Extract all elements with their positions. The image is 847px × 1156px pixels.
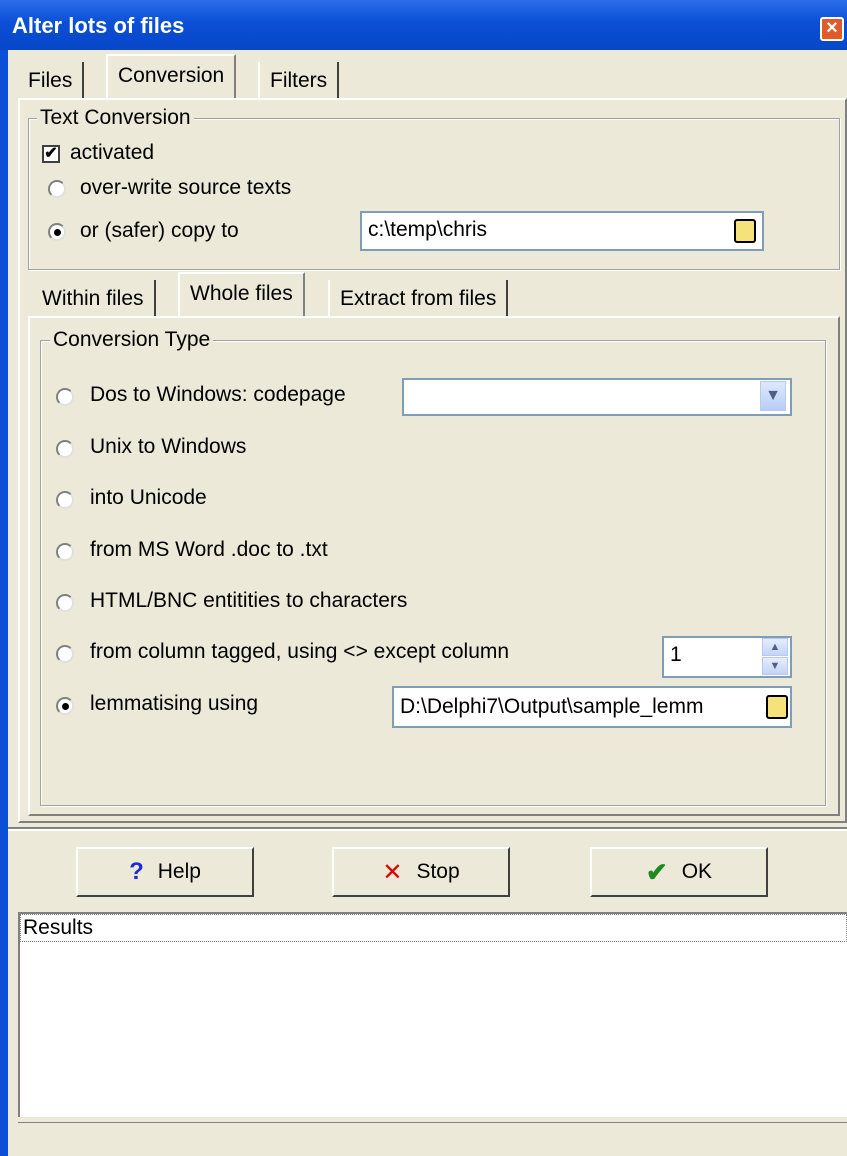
question-icon: ? xyxy=(129,858,144,885)
folder-icon[interactable] xyxy=(766,695,788,719)
separator xyxy=(8,827,847,831)
copy-to-label: or (safer) copy to xyxy=(80,219,239,242)
ms-word-radio[interactable] xyxy=(56,543,74,561)
into-unicode-label: into Unicode xyxy=(90,486,207,509)
stop-button-label: Stop xyxy=(416,860,460,883)
help-button[interactable]: ? Help xyxy=(76,847,254,897)
activated-label: activated xyxy=(70,141,155,164)
tab-conversion[interactable]: Conversion xyxy=(106,54,237,100)
close-icon[interactable]: × xyxy=(820,17,844,41)
tab-files[interactable]: Files xyxy=(18,62,85,100)
unix-to-windows-radio[interactable] xyxy=(56,440,74,458)
window-left-border xyxy=(0,50,8,1156)
help-button-label: Help xyxy=(157,860,201,883)
tab-filters[interactable]: Filters xyxy=(258,62,340,100)
results-list[interactable]: Results xyxy=(18,912,847,1117)
html-bnc-label: HTML/BNC entitities to characters xyxy=(90,589,408,612)
activated-checkbox[interactable]: ✔ xyxy=(42,145,60,163)
ok-button-label: OK xyxy=(681,860,713,883)
dos-to-windows-radio[interactable] xyxy=(56,388,74,406)
copy-to-path-value: c:\temp\chris xyxy=(368,218,488,241)
overwrite-label: over-write source texts xyxy=(80,176,292,199)
status-bar xyxy=(18,1122,847,1156)
codepage-select[interactable] xyxy=(402,378,792,416)
copy-to-radio[interactable] xyxy=(48,223,66,241)
lemma-file-value: D:\Delphi7\Output\sample_lemm xyxy=(400,695,704,718)
check-icon: ✔ xyxy=(645,856,668,887)
subtab-within-files[interactable]: Within files xyxy=(32,280,156,318)
stop-button[interactable]: ✕ Stop xyxy=(332,847,510,897)
spin-down-icon[interactable]: ▼ xyxy=(762,657,788,675)
spin-up-icon[interactable]: ▲ xyxy=(762,638,788,656)
window-title: Alter lots of files xyxy=(12,13,185,38)
lemma-file-input[interactable]: D:\Delphi7\Output\sample_lemm xyxy=(392,686,792,728)
column-number-value: 1 xyxy=(670,643,682,666)
title-bar[interactable]: Alter lots of files × xyxy=(0,0,847,50)
column-tagged-label: from column tagged, using <> except colu… xyxy=(90,640,510,663)
copy-to-path-input[interactable]: c:\temp\chris xyxy=(360,211,764,251)
unix-to-windows-label: Unix to Windows xyxy=(90,435,247,458)
dos-to-windows-label: Dos to Windows: codepage xyxy=(90,383,346,406)
subtab-whole-files[interactable]: Whole files xyxy=(178,272,305,318)
x-icon: ✕ xyxy=(382,858,403,886)
dialog-window: Alter lots of files × Files Conversion F… xyxy=(0,0,847,1156)
into-unicode-radio[interactable] xyxy=(56,491,74,509)
results-header: Results xyxy=(20,914,847,942)
lemmatising-radio[interactable] xyxy=(56,697,74,715)
ms-word-label: from MS Word .doc to .txt xyxy=(90,538,328,561)
folder-icon[interactable] xyxy=(734,219,756,243)
ok-button[interactable]: ✔ OK xyxy=(590,847,768,897)
subtab-extract-from-files[interactable]: Extract from files xyxy=(328,280,509,318)
lemmatising-label: lemmatising using xyxy=(90,692,259,715)
text-conversion-legend: Text Conversion xyxy=(37,106,194,130)
conversion-type-legend: Conversion Type xyxy=(50,328,214,352)
html-bnc-radio[interactable] xyxy=(56,594,74,612)
column-tagged-radio[interactable] xyxy=(56,645,74,663)
chevron-down-icon[interactable]: ▼ xyxy=(760,381,786,411)
overwrite-radio[interactable] xyxy=(48,180,66,198)
